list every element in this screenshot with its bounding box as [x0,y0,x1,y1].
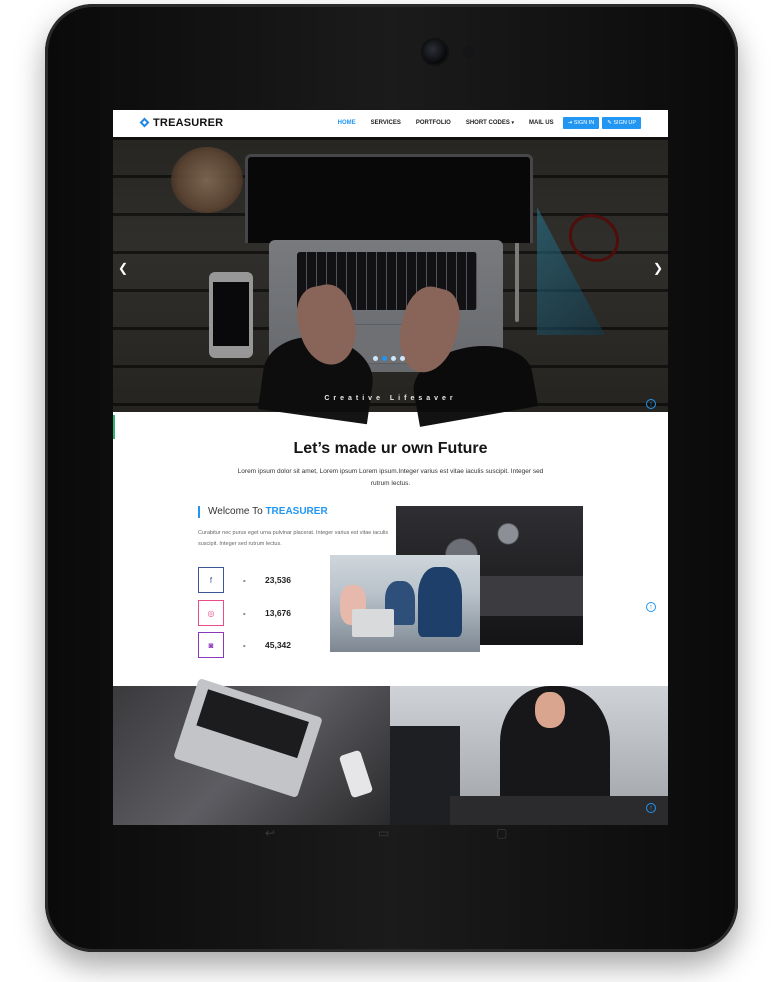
dribbble-icon[interactable]: ◎ [198,600,224,626]
face-image [535,692,565,728]
scroll-up-icon[interactable]: ↑ [646,803,656,813]
stat-facebook: f - 23,536 [198,567,291,593]
gallery-photo-laptop [113,677,390,825]
nav-link-short-codes[interactable]: SHORT CODES ▾ [466,120,514,126]
welcome-text: Curabitur nec purus eget urna pulvinar p… [198,530,389,547]
laptop-image [352,609,394,637]
navbar: TREASURER HOME SERVICES PORTFOLIO SHORT … [113,110,668,138]
laptop-image [173,677,323,799]
welcome-heading: Welcome To TREASURER [198,506,328,518]
chevron-down-icon: ▾ [511,120,515,126]
hero-accent-line [113,415,115,439]
welcome-brand: TREASURER [265,506,328,517]
edit-icon: ✎ [607,120,612,126]
logo-text: TREASURER [153,117,224,129]
slider-dot-active[interactable] [382,356,387,361]
stat-dash: - [243,640,246,650]
sign-in-icon: ⇥ [567,120,573,126]
nav-link-services[interactable]: SERVICES [371,120,401,126]
stat-dribbble: ◎ - 13,676 [198,600,291,626]
logo-diamond-icon [140,118,150,128]
back-icon[interactable]: ↩ [265,826,275,840]
slider-dots [373,356,405,361]
nav-link-short-codes-label: SHORT CODES [465,120,510,126]
meeting-photo-front [330,555,480,652]
facebook-icon[interactable]: f [198,567,224,593]
recent-apps-icon[interactable]: ▢ [496,826,507,840]
nav-link-home[interactable]: HOME [338,120,356,126]
stat-value: 13,676 [265,608,291,618]
page-headline: Let’s made ur own Future [293,440,488,457]
logo[interactable]: TREASURER [140,117,223,129]
gallery-photo-office [390,686,668,825]
nav-links: HOME SERVICES PORTFOLIO SHORT CODES ▾ MA… [338,117,641,129]
sign-up-button[interactable]: ✎ SIGN UP [602,117,641,129]
website-screen: TREASURER HOME SERVICES PORTFOLIO SHORT … [113,110,668,825]
stat-dash: - [243,575,246,585]
intro-text: Lorem ipsum dolor sit amet, Lorem ipsum … [237,468,544,487]
phone-image [338,749,374,799]
desk-image [450,796,668,825]
stat-dash: - [243,608,246,618]
sign-in-button[interactable]: ⇥ SIGN IN [562,117,600,129]
slider-dot[interactable] [400,356,405,361]
home-icon[interactable]: ▭ [378,826,389,840]
welcome-prefix: Welcome To [208,506,266,517]
scroll-up-icon[interactable]: ↑ [646,602,656,612]
camera-icon [423,40,447,64]
stat-value: 23,536 [265,575,291,585]
sensor-icon [463,46,475,58]
person-image [418,567,462,637]
hero-overlay [113,137,668,412]
nav-link-portfolio[interactable]: PORTFOLIO [416,120,451,126]
sign-up-label: SIGN UP [613,120,636,126]
nav-link-mail-us[interactable]: MAIL US [529,120,554,126]
instagram-icon[interactable]: ◙ [198,632,224,658]
sign-in-label: SIGN IN [573,120,595,126]
slider-dot[interactable] [391,356,396,361]
chevron-right-icon[interactable]: ❯ [653,261,663,275]
stat-value: 45,342 [265,640,291,650]
scroll-up-icon[interactable]: ↑ [646,399,656,409]
hero-tagline: Creative Lifesaver [324,395,457,402]
stat-instagram: ◙ - 45,342 [198,632,291,658]
slider-dot[interactable] [373,356,378,361]
chevron-left-icon[interactable]: ❮ [118,261,128,275]
hero-slider: ❮ ❯ Creative Lifesaver ↑ [113,137,668,439]
